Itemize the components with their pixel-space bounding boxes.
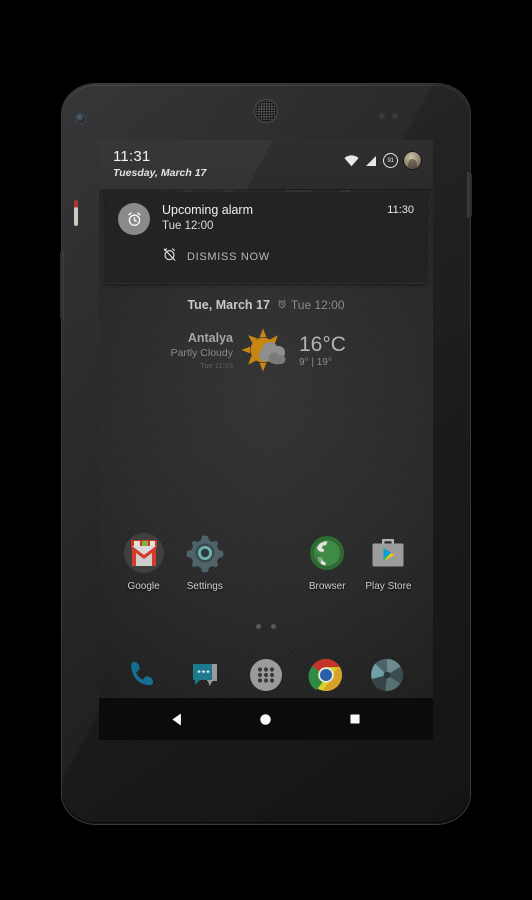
battery-level-text: 91 [387,157,394,164]
weather-temperature: 16°C [299,332,346,356]
next-alarm-group: Tue 12:00 [277,298,345,312]
wifi-icon [344,154,359,167]
notification-header: Upcoming alarm Tue 12:00 11:30 [118,203,414,235]
notification-text: Upcoming alarm Tue 12:00 [162,203,379,234]
notification-subtitle: Tue 12:00 [162,220,214,232]
weather-high-low: 9° | 19° [299,356,332,368]
dock-item-messaging[interactable] [175,655,235,695]
alarm-icon [277,298,287,312]
gmail-icon [123,532,165,574]
page-dot[interactable] [271,624,276,629]
notification-title: Upcoming alarm [162,203,254,217]
camera-icon [367,655,407,695]
phone-screen: 11:31 11:31 Tuesday, March 17 91 [99,140,433,740]
sun-behind-cloud-icon [239,324,293,378]
battery-circle-icon: 91 [383,153,398,168]
dock-item-phone[interactable] [115,655,175,695]
status-bar-date: Tuesday, March 17 [113,167,207,179]
settings-gear-icon [184,532,226,574]
app-icon-google[interactable]: Google [113,532,174,592]
dismiss-now-label: DISMISS NOW [187,251,270,263]
browser-globe-icon [306,532,348,574]
app-label-google: Google [127,581,160,592]
alarm-off-icon [162,247,177,267]
page-dot[interactable] [256,624,261,629]
app-label-settings: Settings [186,581,223,592]
notification-divider [106,283,426,284]
status-bar-time: 11:31 [113,148,151,165]
weather-updated-time: Tue 11:03 [200,361,233,370]
phone-icon [125,655,165,695]
weather-widget[interactable]: Antalya Partly Cloudy Tue 11:03 16°C 9° … [99,320,433,382]
dock-item-chrome[interactable] [296,655,356,695]
recents-icon[interactable] [342,706,368,732]
ambient-light-sensor [392,113,398,119]
date-widget-row[interactable]: Tue, March 17 Tue 12:00 [99,298,433,312]
date-widget-date: Tue, March 17 [187,298,270,312]
app-icon-settings[interactable]: Settings [174,532,235,592]
app-icon-play-store[interactable]: Play Store [358,532,419,592]
home-icon[interactable] [253,706,279,732]
weather-city: Antalya [187,331,233,345]
status-bar-datetime: 11:31 Tuesday, March 17 [113,148,206,180]
dock-item-camera[interactable] [357,655,417,695]
dismiss-now-button[interactable]: DISMISS NOW [118,247,414,267]
status-bar[interactable]: 11:31 Tuesday, March 17 91 [99,140,433,190]
front-camera [76,114,85,123]
user-avatar[interactable] [404,152,421,169]
status-bar-icons: 91 [344,152,421,169]
proximity-sensor [379,113,385,119]
notification-card-upcoming-alarm[interactable]: Upcoming alarm Tue 12:00 11:30 DISMISS N… [106,192,426,284]
notification-timestamp: 11:30 [387,204,414,216]
weather-temperature-block: 16°C 9° | 19° [299,333,385,370]
app-label-play-store: Play Store [365,581,412,592]
cell-signal-icon [365,155,377,167]
dock [99,645,433,705]
page-indicator [99,624,433,629]
weather-condition: Partly Cloudy [170,347,233,359]
weather-location-block: Antalya Partly Cloudy Tue 11:03 [147,331,233,371]
dock-item-app-drawer[interactable] [236,655,296,695]
power-button[interactable] [467,172,472,218]
earpiece-speaker [255,100,277,122]
home-app-grid: Google Settings Browser Play Store [99,532,433,592]
back-icon[interactable] [164,706,190,732]
next-alarm-time: Tue 12:00 [290,298,345,312]
messaging-icon [186,655,226,695]
volume-button[interactable] [60,250,64,320]
app-icon-browser[interactable]: Browser [297,532,358,592]
chrome-icon [306,655,346,695]
app-label-browser: Browser [308,581,346,592]
play-store-icon [367,532,409,574]
app-drawer-icon [246,655,286,695]
notification-led [74,200,78,226]
alarm-clock-icon [118,203,150,235]
navigation-bar [99,698,433,740]
screenshot-canvas: 11:31 11:31 Tuesday, March 17 91 [0,0,532,900]
